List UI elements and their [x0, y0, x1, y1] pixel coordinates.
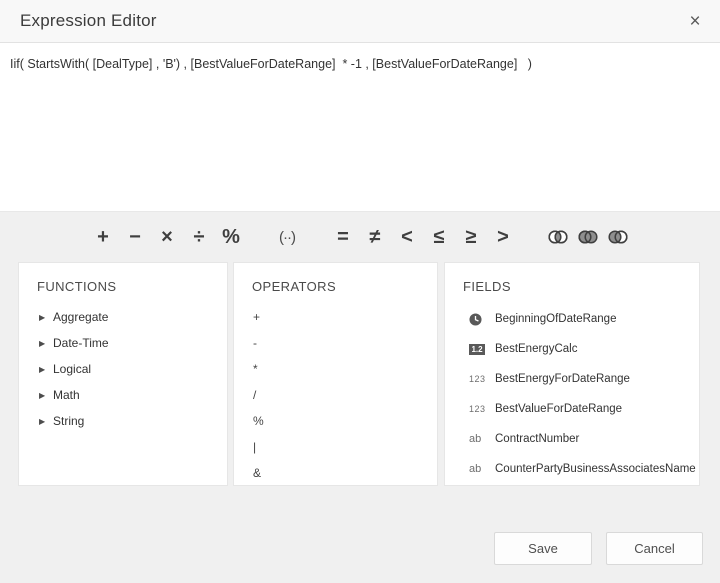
field-item[interactable]: BeginningOfDateRange: [445, 304, 699, 334]
toolbar-button-subtract[interactable]: −: [124, 222, 146, 252]
expression-editor-dialog: Expression Editor × Iif( StartsWith( [De…: [0, 0, 720, 583]
integer-glyph-icon: 123: [469, 404, 486, 414]
lower-section: +−×÷%(··)=≠<≤≥> FUNCTIONS ▶Aggregate▶Dat…: [0, 211, 720, 583]
venn-difference-icon: [606, 229, 630, 245]
toolbar-button-divide[interactable]: ÷: [188, 222, 210, 252]
toolbar-button-venn-union[interactable]: [576, 222, 600, 252]
toolbar-button-modulo[interactable]: %: [220, 222, 242, 252]
function-item[interactable]: ▶Math: [19, 382, 227, 408]
field-item-label: BestEnergyCalc: [495, 343, 577, 355]
triangle-right-icon: ▶: [39, 417, 53, 426]
functions-header: FUNCTIONS: [19, 263, 227, 304]
toolbar-button-less-than[interactable]: <: [396, 222, 418, 252]
dialog-title: Expression Editor: [20, 0, 157, 42]
title-bar: Expression Editor ×: [0, 0, 720, 43]
fields-panel: FIELDS BeginningOfDateRange 1.2 BestEnergy…: [444, 262, 700, 486]
toolbar-button-add[interactable]: +: [92, 222, 114, 252]
function-item[interactable]: ▶String: [19, 408, 227, 434]
function-item[interactable]: ▶Logical: [19, 356, 227, 382]
operator-item[interactable]: &: [234, 460, 437, 486]
integer-glyph-icon: 123: [469, 374, 486, 384]
operator-item[interactable]: /: [234, 382, 437, 408]
string-glyph-icon: ab: [469, 433, 481, 445]
functions-panel: FUNCTIONS ▶Aggregate▶Date-Time▶Logical▶M…: [18, 262, 228, 486]
field-item[interactable]: ab ContractNumber: [445, 424, 699, 454]
integer-field-icon: 123: [469, 404, 495, 414]
venn-intersection-icon: [546, 229, 570, 245]
decimal-field-icon: 1.2: [469, 344, 495, 355]
toolbar-button-less-or-equal[interactable]: ≤: [428, 222, 450, 252]
triangle-right-icon: ▶: [39, 339, 53, 348]
field-item[interactable]: 1.2 BestEnergyCalc: [445, 334, 699, 364]
operator-item[interactable]: +: [234, 304, 437, 330]
operators-list: +-*/%|&: [234, 304, 437, 486]
expression-input[interactable]: Iif( StartsWith( [DealType] , 'B') , [Be…: [0, 44, 720, 211]
operators-panel: OPERATORS +-*/%|&: [233, 262, 438, 486]
save-button[interactable]: Save: [494, 532, 592, 565]
field-item-label: BestValueForDateRange: [495, 403, 622, 415]
operator-item[interactable]: |: [234, 434, 437, 460]
toolbar-group: (··): [271, 222, 303, 252]
panels-row: FUNCTIONS ▶Aggregate▶Date-Time▶Logical▶M…: [18, 262, 700, 486]
operator-item[interactable]: *: [234, 356, 437, 382]
footer: Save Cancel: [494, 532, 703, 565]
triangle-right-icon: ▶: [39, 391, 53, 400]
string-glyph-icon: ab: [469, 463, 481, 475]
field-item[interactable]: 123 BestValueForDateRange: [445, 394, 699, 424]
toolbar-button-venn-difference[interactable]: [606, 222, 630, 252]
field-item-label: BestEnergyForDateRange: [495, 373, 630, 385]
field-item-label: ContractNumber: [495, 433, 579, 445]
function-item-label: String: [53, 414, 84, 428]
function-item-label: Math: [53, 388, 80, 402]
string-field-icon: ab: [469, 463, 495, 475]
triangle-right-icon: ▶: [39, 313, 53, 322]
toolbar-button-equals[interactable]: =: [332, 222, 354, 252]
toolbar-button-venn-intersection[interactable]: [546, 222, 570, 252]
function-item[interactable]: ▶Aggregate: [19, 304, 227, 330]
field-item[interactable]: ab CounterPartyBusinessAssociatesName: [445, 454, 699, 484]
field-item-label: BeginningOfDateRange: [495, 313, 616, 325]
string-field-icon: ab: [469, 433, 495, 445]
field-item[interactable]: 123 BestEnergyForDateRange: [445, 364, 699, 394]
toolbar-button-greater-than[interactable]: >: [492, 222, 514, 252]
toolbar-group: [543, 222, 633, 252]
function-item-label: Logical: [53, 362, 91, 376]
toolbar-group: +−× ÷%: [87, 222, 247, 252]
toolbar-button-multiply[interactable]: ×: [156, 222, 178, 252]
cancel-button[interactable]: Cancel: [606, 532, 703, 565]
fields-header: FIELDS: [445, 263, 699, 304]
operators-header: OPERATORS: [234, 263, 437, 304]
close-icon[interactable]: ×: [684, 11, 706, 33]
fields-list: BeginningOfDateRange 1.2 BestEnergyCalc 123…: [445, 304, 699, 484]
function-item[interactable]: ▶Date-Time: [19, 330, 227, 356]
functions-list: ▶Aggregate▶Date-Time▶Logical▶Math▶String: [19, 304, 227, 434]
function-item-label: Date-Time: [53, 336, 109, 350]
triangle-right-icon: ▶: [39, 365, 53, 374]
toolbar-group: = ≠ < ≤ ≥ >: [327, 222, 519, 252]
operator-item[interactable]: %: [234, 408, 437, 434]
decimal-badge-icon: 1.2: [469, 344, 485, 355]
venn-union-icon: [576, 229, 600, 245]
field-item-label: CounterPartyBusinessAssociatesName: [495, 463, 696, 475]
toolbar-button-greater-or-equal[interactable]: ≥: [460, 222, 482, 252]
toolbar-button-parentheses[interactable]: (··): [276, 222, 298, 252]
toolbar: +−× ÷% (··) = ≠ < ≤ ≥ >: [0, 212, 720, 262]
integer-field-icon: 123: [469, 374, 495, 384]
operator-item[interactable]: -: [234, 330, 437, 356]
toolbar-button-not-equals[interactable]: ≠: [364, 222, 386, 252]
datetime-field-icon: [469, 313, 495, 326]
function-item-label: Aggregate: [53, 310, 108, 324]
clock-icon: [469, 313, 482, 326]
